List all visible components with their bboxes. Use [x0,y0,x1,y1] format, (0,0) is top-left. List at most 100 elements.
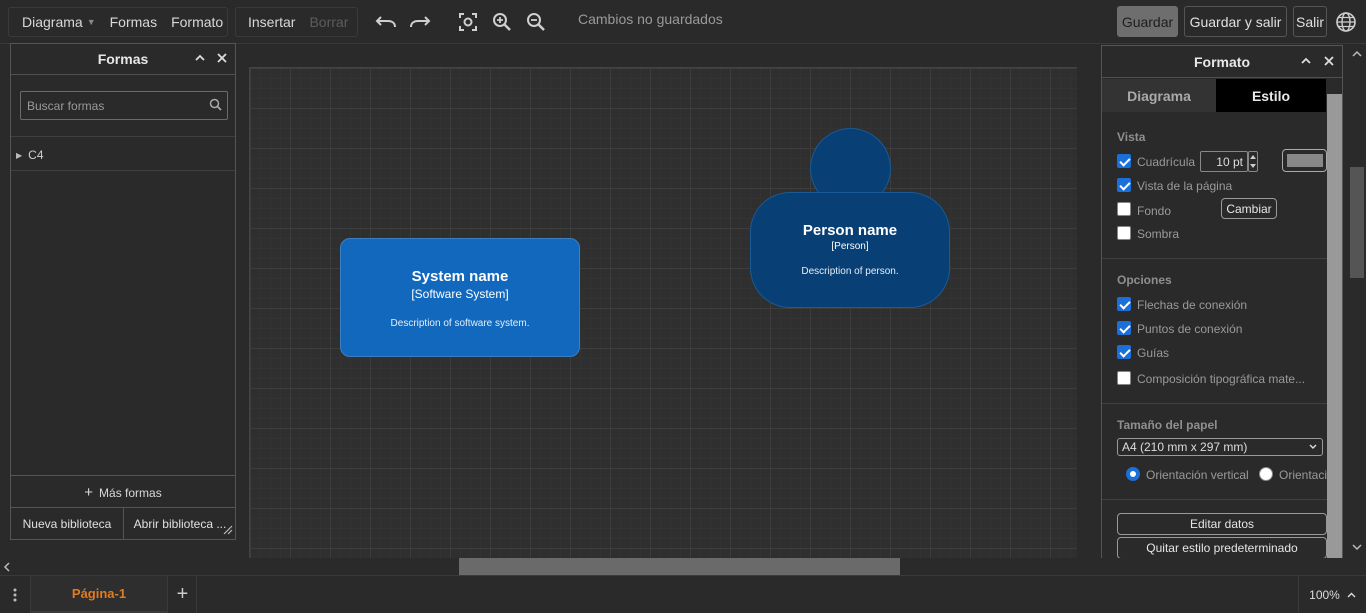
orientation-vertical-label: Orientación vertical [1146,468,1249,482]
puntos-label: Puntos de conexión [1137,322,1243,336]
guardar-button[interactable]: Guardar [1117,6,1178,37]
new-library-button[interactable]: Nueva biblioteca [11,508,124,539]
search-input[interactable] [20,91,228,120]
more-shapes-button[interactable]: + Más formas [11,484,235,501]
orientation-horizontal-label: Orientaci [1279,468,1328,482]
redo-icon[interactable] [403,7,437,37]
horizontal-scroll-thumb[interactable] [459,558,900,575]
open-library-button[interactable]: Abrir biblioteca ... [125,508,235,539]
cuadricula-label: Cuadrícula [1137,155,1196,169]
tipografica-checkbox[interactable] [1117,371,1131,385]
more-shapes-label: Más formas [99,485,162,500]
divider [1102,258,1328,259]
grid-size-stepper[interactable] [1248,151,1258,172]
chevron-down-icon: ▼ [86,17,96,27]
divider [1102,403,1328,404]
guias-label: Guías [1137,346,1170,360]
page-grid[interactable]: System name [Software System] Descriptio… [249,67,1077,558]
system-title: System name [411,268,509,285]
format-panel: Formato Diagrama Estilo Vista Cuadrícula… [1101,45,1343,564]
globe-icon[interactable] [1335,11,1357,33]
person-title: Person name [802,222,898,239]
person-type: [Person] [831,241,869,252]
fit-icon[interactable] [451,7,485,37]
search-icon[interactable] [209,98,222,114]
software-system-node[interactable]: System name [Software System] Descriptio… [340,238,580,357]
fondo-checkbox[interactable] [1117,202,1131,216]
stepper-down-icon [1250,164,1256,169]
divider [11,136,235,137]
guardar-y-salir-button[interactable]: Guardar y salir [1184,6,1287,37]
pages-menu-icon[interactable] [0,576,31,613]
scroll-up-icon [1352,50,1362,57]
orientation-horizontal-radio[interactable] [1259,467,1273,481]
divider [11,475,235,476]
papel-heading: Tamaño del papel [1117,418,1218,432]
grid-color-button[interactable] [1282,149,1327,172]
sombra-label: Sombra [1137,227,1180,241]
undo-icon[interactable] [369,7,403,37]
scroll-left-icon [3,562,10,572]
toolbar: Diagrama ▼ Formas Formato Insertar Borra… [0,0,1366,44]
divider [11,170,235,171]
stepper-up-icon [1250,154,1256,159]
orientation-vertical-radio[interactable] [1126,467,1140,481]
person-description: Description of person. [801,266,899,277]
collapse-icon[interactable] [194,51,206,68]
vertical-scrollbar[interactable] [1348,44,1366,558]
cambiar-button[interactable]: Cambiar [1221,198,1277,219]
chevron-up-icon [1347,592,1356,597]
zoom-out-icon[interactable] [519,7,553,37]
triangle-right-icon: ▶ [16,150,23,160]
fondo-label: Fondo [1137,204,1172,218]
paper-size-select[interactable]: A4 (210 mm x 297 mm) [1117,438,1323,456]
horizontal-scrollbar[interactable] [0,558,1366,575]
zoom-in-icon[interactable] [485,7,519,37]
menu-formato[interactable]: Formato [164,8,230,36]
borrar-button[interactable]: Borrar [302,8,355,36]
plus-icon: + [84,484,94,501]
sombra-checkbox[interactable] [1117,226,1131,240]
menu-diagrama[interactable]: Diagrama ▼ [9,8,103,36]
quitar-estilo-button[interactable]: Quitar estilo predeterminado [1117,537,1327,559]
person-node[interactable]: Person name [Person] Description of pers… [750,128,950,308]
collapse-icon[interactable] [1300,54,1312,71]
tab-estilo[interactable]: Estilo [1216,79,1326,112]
grid-size-input[interactable]: 10 pt [1200,151,1248,172]
guias-checkbox[interactable] [1117,345,1131,359]
close-icon[interactable] [216,51,228,68]
cuadricula-checkbox[interactable] [1117,154,1131,168]
edit-group: Insertar Borrar [235,7,358,37]
format-panel-scrollbar[interactable] [1327,94,1342,562]
puntos-checkbox[interactable] [1117,321,1131,335]
tab-pagina-1[interactable]: Página-1 [31,576,168,613]
resize-handle-icon[interactable] [221,523,233,538]
save-status: Cambios no guardados [578,11,723,27]
library-c4[interactable]: ▶ C4 [16,148,44,162]
close-icon[interactable] [1323,54,1335,71]
vista-heading: Vista [1117,130,1146,144]
insertar-button[interactable]: Insertar [236,8,302,36]
vista-pagina-checkbox[interactable] [1117,178,1131,192]
vertical-scroll-thumb[interactable] [1350,167,1364,278]
diagram-canvas[interactable]: System name [Software System] Descriptio… [236,44,1102,558]
zoom-menu[interactable]: 100% [1298,576,1366,613]
salir-button[interactable]: Salir [1293,6,1327,37]
flechas-label: Flechas de conexión [1137,298,1248,312]
menu-diagrama-label: Diagrama [22,14,83,30]
shapes-panel: Formas ▶ C4 + Más formas Nueva bibliotec… [10,43,236,540]
system-type: [Software System] [411,287,509,301]
editar-datos-button[interactable]: Editar datos [1117,513,1327,535]
library-c4-label: C4 [28,148,44,162]
tipografica-label: Composición tipográfica mate... [1137,372,1306,386]
plus-icon: + [176,583,189,605]
scroll-down-icon [1352,544,1362,551]
grid-color-swatch [1286,154,1323,167]
add-page-button[interactable]: + [169,576,197,613]
menu-formas[interactable]: Formas [103,8,164,36]
person-body: Person name [Person] Description of pers… [750,192,950,308]
vista-pagina-label: Vista de la página [1137,179,1233,193]
tab-diagrama[interactable]: Diagrama [1102,79,1216,112]
flechas-checkbox[interactable] [1117,297,1131,311]
opciones-heading: Opciones [1117,273,1172,287]
